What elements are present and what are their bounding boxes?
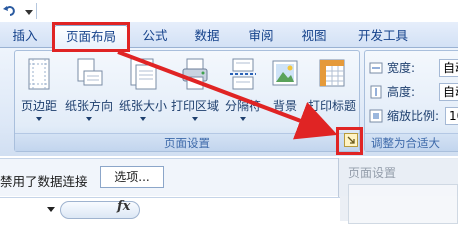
insert-function-icon[interactable]: fx xyxy=(117,199,130,214)
launcher-highlight-box xyxy=(336,127,363,155)
name-box-dropdown-icon[interactable] xyxy=(47,207,55,212)
ribbon-panel: 页边距 纸张方向 纸张大小 打印区域 分隔符 背景 打印标题 页面设置 宽度: … xyxy=(0,48,458,156)
dialog-panel xyxy=(348,184,458,224)
options-button[interactable]: 选项... xyxy=(100,166,164,188)
formula-input[interactable] xyxy=(144,201,340,219)
page-setup-dialog: 页面设置 xyxy=(338,158,458,224)
security-warning-text: 禁用了数据连接 xyxy=(0,174,88,189)
tab-highlight-box xyxy=(52,22,130,52)
dialog-title: 页面设置 xyxy=(348,166,397,180)
formula-bar: fx xyxy=(0,197,340,221)
